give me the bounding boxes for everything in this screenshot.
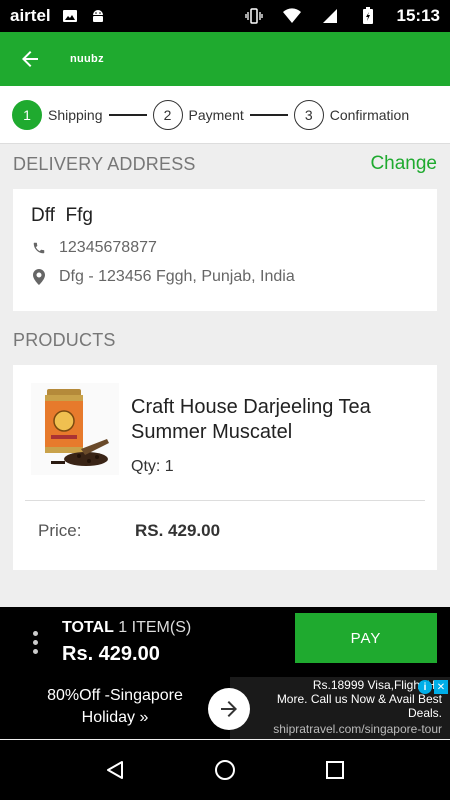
ad-text-line2: More. Call us Now & Avail Best bbox=[276, 692, 442, 706]
dot bbox=[32, 630, 38, 636]
step-connector bbox=[108, 113, 147, 116]
phone-row: 12345678877 bbox=[31, 239, 419, 257]
step-confirmation: 3 Confirmation bbox=[293, 99, 410, 130]
app-bar: nuubz bbox=[0, 32, 450, 86]
ad-description[interactable]: Rs.18999 Visa,Flight,Ho More. Call us No… bbox=[258, 677, 442, 739]
step-number: 3 bbox=[293, 99, 324, 130]
step-label: Confirmation bbox=[329, 106, 410, 123]
more-options-button[interactable] bbox=[24, 630, 46, 654]
ad-headline[interactable]: 80%Off -Singapore Holiday » bbox=[0, 677, 230, 739]
product-image bbox=[31, 383, 119, 475]
step-label: Shipping bbox=[48, 106, 103, 123]
clock: 15:13 bbox=[396, 6, 440, 25]
product-title: Craft House Darjeeling Tea Summer Muscat… bbox=[131, 396, 371, 443]
step-payment: 2 Payment bbox=[152, 99, 244, 130]
arrow-right-icon bbox=[221, 701, 237, 717]
android-icon bbox=[89, 7, 107, 25]
total-label: TOTAL bbox=[62, 618, 114, 636]
phone-icon bbox=[31, 240, 47, 256]
nav-back-button[interactable] bbox=[95, 750, 135, 790]
price-value: RS. 429.00 bbox=[135, 521, 221, 540]
divider bbox=[25, 500, 425, 501]
checkout-stepper: 1 Shipping 2 Payment 3 Confirmation bbox=[0, 86, 450, 144]
ad-text-line3: Deals. bbox=[407, 706, 442, 720]
location-pin-icon bbox=[31, 269, 47, 285]
address-card: Dff Ffg 12345678877 Dfg - 123456 Fggh, P… bbox=[13, 189, 437, 311]
ad-banner[interactable]: 80%Off -Singapore Holiday » Rs.18999 Vis… bbox=[0, 677, 450, 739]
products-header: PRODUCTS bbox=[13, 330, 116, 350]
change-address-link[interactable]: Change bbox=[370, 153, 437, 175]
step-label: Payment bbox=[188, 106, 244, 123]
wifi-icon bbox=[282, 7, 301, 25]
back-triangle-icon bbox=[107, 761, 123, 779]
recents-square-icon bbox=[326, 761, 344, 779]
total-line: TOTAL 1 ITEM(S) bbox=[62, 619, 191, 637]
step-connector bbox=[249, 113, 288, 116]
ad-close-icon[interactable]: ✕ bbox=[434, 680, 448, 694]
recipient-name: Dff Ffg bbox=[31, 205, 93, 226]
arrow-left-icon bbox=[22, 51, 38, 67]
address-row: Dfg - 123456 Fggh, Punjab, India bbox=[31, 268, 419, 286]
total-summary: TOTAL 1 ITEM(S) Rs. 429.00 bbox=[62, 619, 191, 666]
product-card[interactable]: Craft House Darjeeling Tea Summer Muscat… bbox=[13, 365, 437, 570]
ad-arrow-button[interactable] bbox=[208, 688, 250, 730]
ad-headline-line1: 80%Off -Singapore bbox=[47, 687, 183, 704]
nav-home-button[interactable] bbox=[205, 750, 245, 790]
product-quantity: Qty: 1 bbox=[131, 458, 174, 475]
system-nav-bar bbox=[0, 740, 450, 800]
app-logo: nuubz bbox=[70, 53, 104, 65]
ad-url: shipratravel.com/singapore-tour bbox=[273, 722, 442, 736]
vibrate-icon bbox=[244, 7, 263, 25]
address-text: Dfg - 123456 Fggh, Punjab, India bbox=[59, 268, 295, 285]
item-count: 1 ITEM(S) bbox=[118, 618, 192, 636]
phone-number: 12345678877 bbox=[59, 239, 157, 256]
status-bar: airtel 15:13 bbox=[0, 0, 450, 32]
ad-headline-line2: Holiday » bbox=[81, 709, 149, 726]
checkout-bottom-bar: TOTAL 1 ITEM(S) Rs. 429.00 PAY bbox=[0, 607, 450, 677]
back-button[interactable] bbox=[16, 45, 44, 73]
gallery-icon bbox=[61, 7, 79, 25]
price-label: Price: bbox=[38, 521, 82, 540]
step-number: 1 bbox=[12, 99, 42, 130]
home-circle-icon bbox=[215, 760, 235, 780]
ad-text-line1: Rs.18999 Visa,Flight,Ho bbox=[312, 678, 442, 692]
total-amount: Rs. 429.00 bbox=[62, 642, 160, 665]
battery-icon bbox=[359, 7, 377, 25]
step-shipping: 1 Shipping bbox=[12, 99, 103, 130]
delivery-address-header: DELIVERY ADDRESS bbox=[13, 154, 196, 174]
carrier-name: airtel bbox=[10, 6, 51, 25]
nav-recents-button[interactable] bbox=[315, 750, 355, 790]
signal-icon bbox=[321, 7, 339, 25]
dot bbox=[32, 639, 38, 645]
step-number: 2 bbox=[152, 99, 183, 130]
pay-button[interactable]: PAY bbox=[295, 613, 437, 663]
ad-info-icon[interactable]: i bbox=[418, 680, 432, 694]
dot bbox=[32, 648, 38, 654]
